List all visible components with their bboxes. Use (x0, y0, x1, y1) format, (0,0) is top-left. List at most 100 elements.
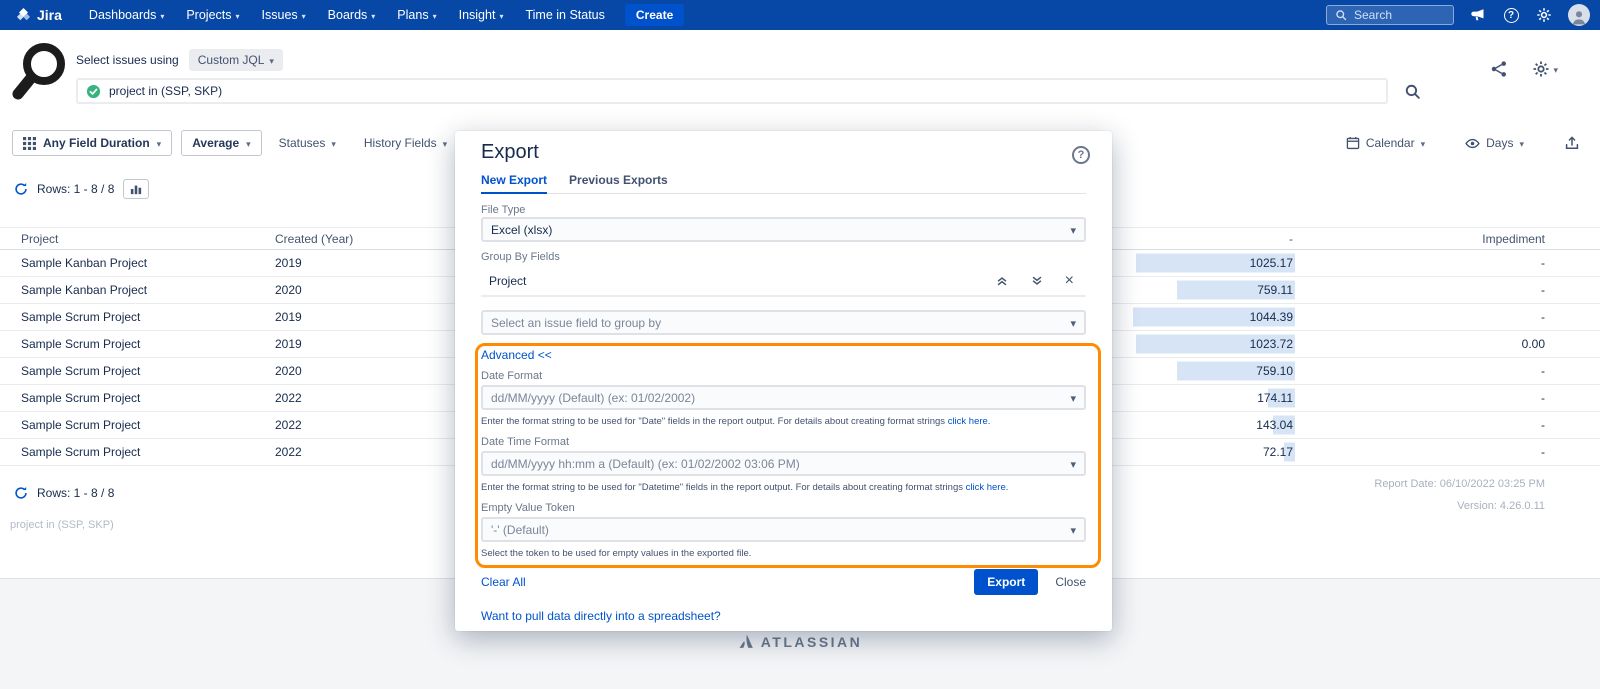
announcements-button[interactable] (1469, 6, 1487, 24)
chevron-down-icon (269, 53, 274, 67)
nav-label: Boards (328, 8, 368, 22)
close-button[interactable]: Close (1055, 575, 1086, 589)
rows-count-label: Rows: 1 - 8 / 8 (37, 182, 114, 196)
refresh-icon (14, 182, 28, 196)
date-format-label: Date Format (481, 370, 1086, 382)
aggregation-label: Average (192, 136, 239, 150)
chevron-down-icon (1519, 136, 1524, 150)
cell-impediment: - (1295, 283, 1545, 297)
jql-query-input[interactable]: project in (SSP, SKP) (76, 78, 1388, 104)
cell-value: 143.04 (1110, 418, 1295, 432)
field-duration-dropdown[interactable]: Any Field Duration (12, 130, 172, 156)
nav-item-plans[interactable]: Plans (386, 0, 447, 30)
atlassian-logo-icon (738, 633, 755, 650)
click-here-link[interactable]: click here. (948, 416, 991, 427)
clear-all-link[interactable]: Clear All (481, 575, 526, 589)
chevron-down-icon (236, 8, 240, 22)
chevron-down-icon (1070, 223, 1076, 237)
chevron-down-icon (157, 136, 162, 150)
refresh-button[interactable] (14, 486, 28, 500)
move-bottom-button[interactable] (1030, 274, 1044, 288)
rows-count-label: Rows: 1 - 8 / 8 (37, 486, 114, 500)
header-impediment[interactable]: Impediment (1295, 232, 1545, 246)
user-avatar[interactable] (1568, 4, 1590, 26)
chevron-down-icon (443, 136, 448, 150)
cell-value: 72.17 (1110, 445, 1295, 459)
date-time-format-select[interactable]: dd/MM/yyyy hh:mm a (Default) (ex: 01/02/… (481, 451, 1086, 476)
nav-item-boards[interactable]: Boards (317, 0, 387, 30)
run-query-button[interactable] (1404, 83, 1421, 100)
brand-label: Jira (37, 7, 62, 23)
click-here-link[interactable]: click here. (966, 482, 1009, 493)
export-button[interactable]: Export (974, 569, 1038, 595)
cell-project: Sample Scrum Project (0, 391, 275, 405)
modal-help-button[interactable] (1072, 146, 1090, 164)
header-actions (1490, 60, 1558, 78)
export-modal: Export New Export Previous Exports File … (455, 131, 1112, 631)
statuses-label: Statuses (279, 136, 326, 150)
share-icon (1490, 60, 1508, 78)
field-duration-label: Any Field Duration (43, 136, 150, 150)
help-button[interactable] (1502, 6, 1520, 24)
avatar-person-icon (1570, 8, 1588, 26)
statuses-dropdown[interactable]: Statuses (271, 131, 344, 155)
nav-label: Plans (397, 8, 428, 22)
spreadsheet-link[interactable]: Want to pull data directly into a spread… (481, 609, 1086, 623)
calendar-dropdown[interactable]: Calendar (1338, 131, 1433, 155)
history-fields-dropdown[interactable]: History Fields (356, 131, 455, 155)
export-report-button[interactable] (1556, 130, 1588, 156)
chart-view-button[interactable] (123, 179, 149, 199)
empty-value-token-label: Empty Value Token (481, 502, 1086, 514)
chevron-down-icon (371, 8, 375, 22)
footer-query-label: project in (SSP, SKP) (10, 519, 114, 531)
nav-search-input[interactable]: Search (1326, 5, 1454, 25)
search-placeholder: Search (1354, 8, 1392, 22)
date-format-select[interactable]: dd/MM/yyyy (Default) (ex: 01/02/2002) (481, 385, 1086, 410)
jira-brand[interactable]: Jira (16, 7, 62, 23)
share-button[interactable] (1490, 60, 1508, 78)
refresh-button[interactable] (14, 182, 28, 196)
settings-button[interactable] (1535, 6, 1553, 24)
move-top-button[interactable] (995, 274, 1009, 288)
tab-previous-exports[interactable]: Previous Exports (569, 173, 668, 193)
remove-group-field-button[interactable] (1065, 273, 1074, 289)
nav-item-projects[interactable]: Projects (175, 0, 250, 30)
empty-value-token-select[interactable]: '-' (Default) (481, 517, 1086, 542)
query-mode-label: Custom JQL (198, 53, 265, 67)
days-label: Days (1486, 136, 1513, 150)
header-value[interactable]: - (1110, 232, 1295, 246)
file-type-label: File Type (481, 204, 1086, 216)
calendar-icon (1346, 136, 1360, 150)
nav-label: Projects (186, 8, 231, 22)
advanced-toggle-link[interactable]: Advanced << (481, 348, 1086, 362)
value-text: 143.04 (1256, 418, 1295, 432)
calendar-label: Calendar (1366, 136, 1415, 150)
toolbar-right: Calendar Days (1338, 130, 1588, 156)
cell-impediment: - (1295, 310, 1545, 324)
rows-info-bottom: Rows: 1 - 8 / 8 (14, 486, 114, 500)
nav-item-dashboards[interactable]: Dashboards (78, 0, 175, 30)
nav-label: Time in Status (525, 8, 604, 22)
query-mode-dropdown[interactable]: Custom JQL (189, 49, 283, 71)
nav-item-insight[interactable]: Insight (448, 0, 515, 30)
modal-title: Export (481, 141, 1086, 164)
group-by-select[interactable]: Select an issue field to group by (481, 310, 1086, 335)
file-type-select[interactable]: Excel (xlsx) (481, 217, 1086, 242)
chevron-down-icon (302, 8, 306, 22)
cell-impediment: - (1295, 256, 1545, 270)
days-dropdown[interactable]: Days (1457, 131, 1532, 156)
nav-item-time-in-status[interactable]: Time in Status (514, 0, 615, 30)
value-text: 759.10 (1256, 364, 1295, 378)
settings-dropdown[interactable] (1532, 60, 1558, 78)
create-button[interactable]: Create (625, 4, 684, 26)
value-text: 1044.39 (1250, 310, 1295, 324)
nav-item-issues[interactable]: Issues (251, 0, 317, 30)
aggregation-dropdown[interactable]: Average (181, 130, 261, 156)
cell-project: Sample Scrum Project (0, 310, 275, 324)
chevron-down-icon (1070, 523, 1076, 537)
issue-source-row: Select issues using Custom JQL (76, 49, 283, 71)
header-project[interactable]: Project (0, 232, 275, 246)
cell-value: 1044.39 (1110, 310, 1295, 324)
tab-new-export[interactable]: New Export (481, 173, 547, 194)
modal-footer: Clear All Export Close (481, 569, 1086, 595)
